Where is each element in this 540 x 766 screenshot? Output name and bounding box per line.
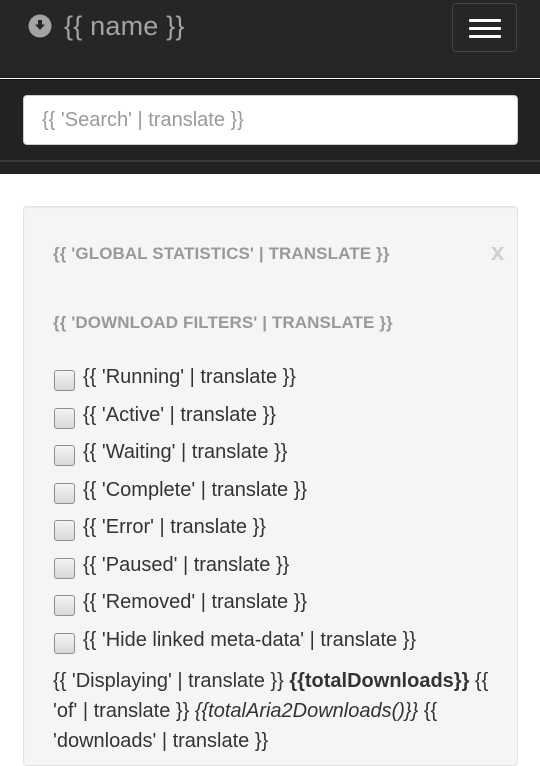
filter-removed[interactable]: {{ 'Removed' | translate }} xyxy=(54,584,416,622)
close-panel-button[interactable]: x xyxy=(491,239,504,267)
filter-active[interactable]: {{ 'Active' | translate }} xyxy=(54,397,416,435)
checkbox[interactable] xyxy=(54,632,75,654)
filter-waiting[interactable]: {{ 'Waiting' | translate }} xyxy=(54,434,416,472)
download-filters-list: {{ 'Running' | translate }} {{ 'Active' … xyxy=(54,359,416,659)
filter-hide-linked-meta-data[interactable]: {{ 'Hide linked meta-data' | translate }… xyxy=(54,622,416,660)
brand[interactable]: {{ name }} xyxy=(28,10,185,42)
checkbox[interactable] xyxy=(54,445,75,467)
brand-name: {{ name }} xyxy=(64,10,185,41)
filter-label: {{ 'Active' | translate }} xyxy=(83,403,276,426)
navbar: {{ name }} xyxy=(0,0,540,78)
filter-label: {{ 'Hide linked meta-data' | translate }… xyxy=(83,628,417,651)
total-aria2-downloads-value: {{totalAria2Downloads()}} xyxy=(194,700,419,722)
global-statistics-title: {{ 'GLOBAL STATISTICS' | TRANSLATE }} xyxy=(53,244,390,263)
filter-paused[interactable]: {{ 'Paused' | translate }} xyxy=(54,547,416,585)
filter-label: {{ 'Removed' | translate }} xyxy=(83,591,308,614)
total-downloads-value: {{totalDownloads}} xyxy=(289,670,470,692)
downloads-summary: {{ 'Displaying' | translate }} {{totalDo… xyxy=(53,666,503,756)
filter-label: {{ 'Waiting' | translate }} xyxy=(83,441,288,464)
displaying-label: {{ 'Displaying' | translate }} xyxy=(53,670,284,692)
filter-label: {{ 'Error' | translate }} xyxy=(83,516,266,539)
checkbox[interactable] xyxy=(54,557,75,579)
checkbox[interactable] xyxy=(54,520,75,542)
checkbox[interactable] xyxy=(54,595,75,617)
global-statistics-panel: {{ 'GLOBAL STATISTICS' | TRANSLATE }} x … xyxy=(23,206,518,766)
filter-label: {{ 'Complete' | translate }} xyxy=(83,478,308,501)
search-bar-container xyxy=(0,79,540,174)
checkbox[interactable] xyxy=(54,370,75,392)
filter-running[interactable]: {{ 'Running' | translate }} xyxy=(54,359,416,397)
divider xyxy=(0,160,540,162)
search-input[interactable] xyxy=(23,95,518,145)
download-filters-title: {{ 'DOWNLOAD FILTERS' | TRANSLATE }} xyxy=(53,313,393,332)
filter-complete[interactable]: {{ 'Complete' | translate }} xyxy=(54,472,416,510)
checkbox[interactable] xyxy=(54,407,75,429)
circle-arrow-down-icon xyxy=(28,14,52,38)
filter-label: {{ 'Paused' | translate }} xyxy=(83,553,290,576)
filter-label: {{ 'Running' | translate }} xyxy=(83,366,296,389)
hamburger-menu-button[interactable] xyxy=(452,3,517,52)
filter-error[interactable]: {{ 'Error' | translate }} xyxy=(54,509,416,547)
checkbox[interactable] xyxy=(54,482,75,504)
